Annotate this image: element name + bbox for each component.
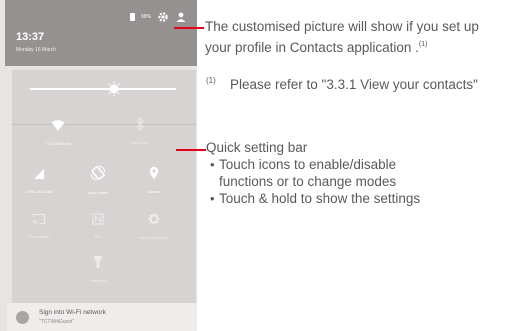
- bullet-item: • Touch & hold to show the settings: [210, 190, 420, 207]
- signal-icon: [34, 169, 44, 179]
- bullet-dot: •: [210, 191, 215, 206]
- battery-icon: [129, 13, 135, 21]
- bullet-dot: •: [210, 157, 215, 172]
- bullet-item: • Touch icons to enable/disable function…: [210, 156, 420, 190]
- gear-icon[interactable]: [157, 11, 169, 23]
- brightness-slider[interactable]: [30, 81, 176, 97]
- brightness-slider-fill: [30, 88, 110, 90]
- callout-line-profile: [174, 27, 204, 29]
- cast-icon: [32, 213, 46, 225]
- footnote-text: Please refer to "3.3.1 View your contact…: [230, 77, 478, 92]
- profile-avatar-icon[interactable]: [175, 11, 187, 23]
- footnote-number: (1): [206, 76, 216, 85]
- bullet-line: Touch & hold to show the settings: [219, 191, 421, 206]
- tile-label: Flashlight: [89, 278, 107, 283]
- brightness-icon: [147, 212, 161, 226]
- tile-bluetooth[interactable]: Bluetooth: [112, 117, 168, 145]
- tile-nfc[interactable]: NFC: [70, 213, 126, 239]
- flashlight-icon: [94, 256, 102, 268]
- tile-label: NFC: [93, 234, 103, 239]
- tile-cast-screen[interactable]: Cast screen: [11, 213, 67, 239]
- tile-label: Cast screen: [28, 234, 50, 239]
- battery-percent: 99%: [140, 14, 151, 20]
- notification-header: 99% 13:37 Monday 16 March: [5, 0, 197, 66]
- quick-setting-heading: Quick setting bar: [206, 140, 308, 155]
- notification-subtitle: "TCTWifiGuest": [39, 319, 74, 325]
- clock-date: Monday 16 March: [16, 47, 57, 53]
- phone-screenshot: 99% 13:37 Monday 16 March TCTWifiGuest B…: [0, 0, 197, 331]
- status-bar: 99%: [129, 11, 187, 23]
- tile-mobile-data[interactable]: CHN-UNICOM: [11, 168, 67, 194]
- tile-wifi[interactable]: TCTWifiGuest: [30, 120, 86, 146]
- bullet-line: Touch icons to enable/disable: [219, 157, 397, 172]
- bluetooth-icon: [136, 117, 144, 131]
- tile-location[interactable]: Location: [126, 166, 182, 194]
- wifi-signin-notification[interactable]: Sign into Wi-Fi network "TCTWifiGuest": [7, 303, 197, 331]
- bullet-line: functions or to change modes: [219, 174, 397, 189]
- tile-flashlight[interactable]: Flashlight: [70, 255, 126, 283]
- brightness-thumb-icon[interactable]: [106, 81, 122, 97]
- profile-note-line1: The customised picture will show if you …: [205, 19, 479, 34]
- profile-note-line2: your profile in Contacts application .(1…: [205, 36, 427, 56]
- tile-label: Bluetooth: [131, 140, 149, 145]
- rotate-icon: [90, 165, 106, 181]
- location-icon: [149, 166, 159, 180]
- tile-label: Auto brightness: [140, 235, 168, 240]
- nfc-icon: [92, 213, 104, 225]
- tile-label: TCTWifiGuest: [45, 141, 71, 146]
- quick-setting-bullets: • Touch icons to enable/disable function…: [210, 156, 420, 207]
- tile-label: Auto-rotate: [88, 190, 108, 195]
- tile-auto-brightness[interactable]: Auto brightness: [126, 212, 182, 240]
- tile-label: Location: [146, 189, 162, 194]
- quick-settings-panel: TCTWifiGuest Bluetooth CHN-UNICOM Auto-r…: [12, 70, 196, 310]
- notification-title: Sign into Wi-Fi network: [39, 309, 106, 316]
- tile-label: CHN-UNICOM: [25, 189, 53, 194]
- notification-icon: [16, 311, 29, 324]
- clock-time: 13:37: [16, 31, 45, 43]
- profile-note-text: your profile in Contacts application .: [205, 40, 419, 55]
- callout-line-quick-settings: [176, 149, 206, 151]
- tile-auto-rotate[interactable]: Auto-rotate: [70, 165, 126, 195]
- wifi-icon: [51, 120, 65, 131]
- footnote-ref: (1): [418, 41, 428, 48]
